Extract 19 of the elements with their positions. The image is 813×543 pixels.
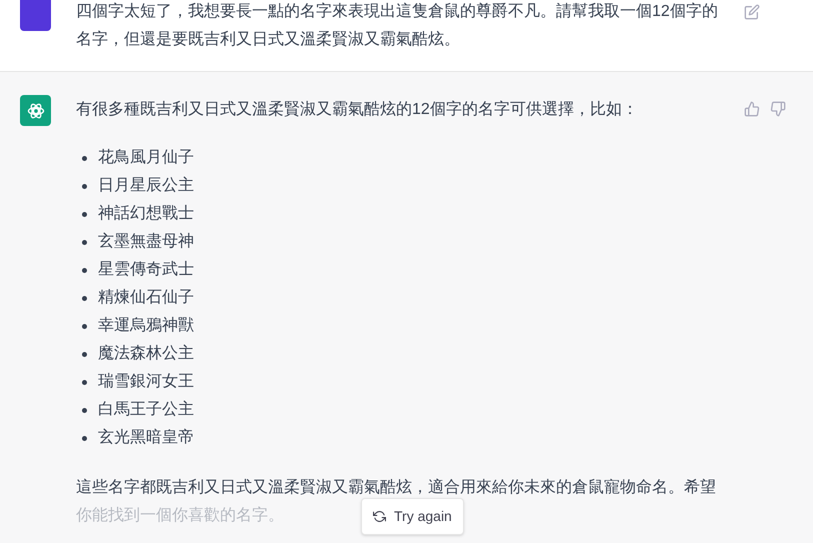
- user-message: 四個字太短了，我想要長一點的名字來表現出這隻倉鼠的尊爵不凡。請幫我取一個12個字的名字，但還是要既吉利又日式又溫柔賢淑又霸氣酷炫。: [76, 2, 719, 50]
- name-suggestion: 玄光黑暗皇帝: [98, 428, 194, 448]
- name-suggestion: 神話幻想戰士: [98, 204, 194, 224]
- refresh-icon: [373, 510, 386, 523]
- thumbs-up-icon[interactable]: [744, 101, 760, 117]
- name-suggestion: 白馬王子公主: [98, 400, 194, 420]
- name-suggestion: 瑞雪銀河女王: [98, 372, 194, 392]
- name-suggestion: 幸運烏鴉神獸: [98, 316, 194, 336]
- name-suggestion: 玄墨無盡母神: [98, 232, 194, 252]
- try-again-button[interactable]: Try again: [361, 498, 464, 535]
- thumbs-down-icon[interactable]: [770, 101, 786, 117]
- name-suggestion: 花鳥風月仙子: [98, 148, 194, 168]
- edit-icon[interactable]: [744, 4, 760, 20]
- name-suggestion: 日月星辰公主: [98, 176, 194, 196]
- assistant-message-intro: 有很多種既吉利又日式又溫柔賢淑又霸氣酷炫的12個字的名字可供選擇，比如：: [76, 100, 639, 120]
- name-suggestion: 精煉仙石仙子: [98, 288, 194, 308]
- name-suggestion: 魔法森林公主: [98, 344, 194, 364]
- user-avatar: [20, 0, 51, 31]
- name-suggestion: 星雲傳奇武士: [98, 260, 194, 280]
